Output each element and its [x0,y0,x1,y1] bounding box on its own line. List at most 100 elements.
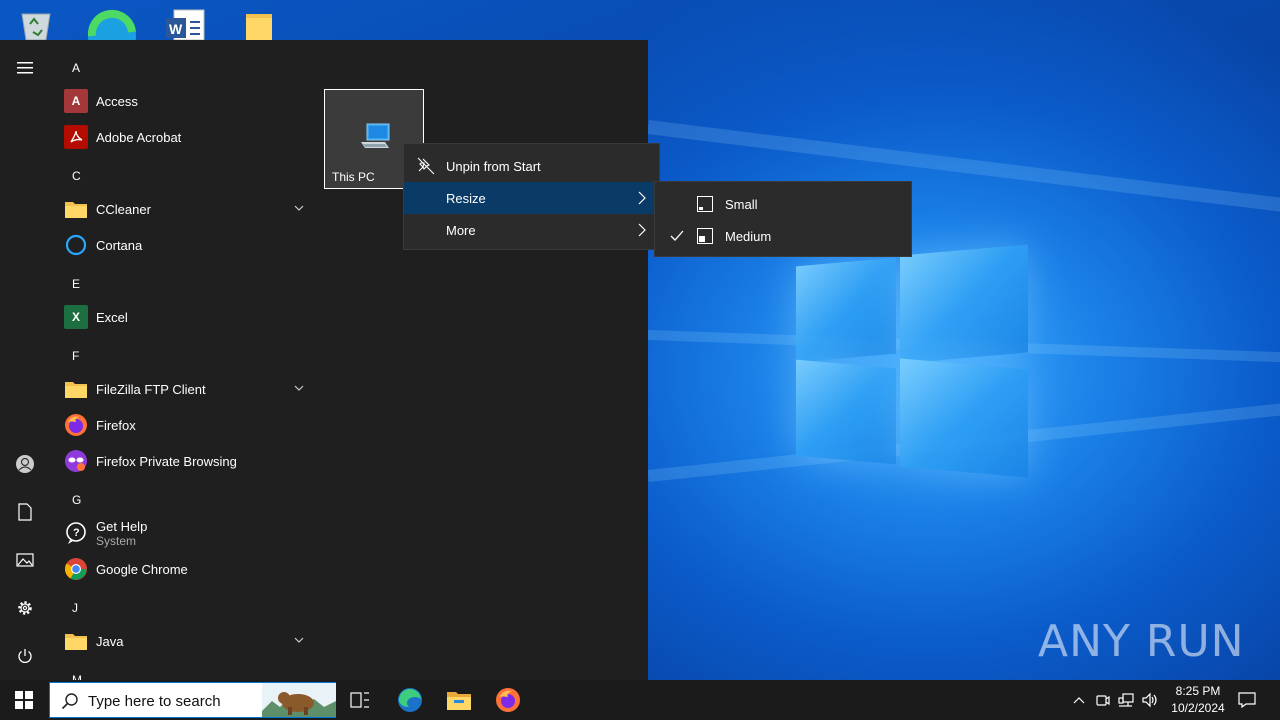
section-letter-e[interactable]: E [72,277,80,291]
app-label: Get Help [96,518,148,534]
chevron-down-icon[interactable] [294,383,304,393]
tile-context-menu: Unpin from Start Resize More [403,143,660,250]
chevron-down-icon[interactable] [294,635,304,645]
section-letter-f[interactable]: F [72,349,79,363]
pictures-button[interactable] [0,540,50,580]
app-item-access[interactable]: A Access [60,83,312,119]
app-item-excel[interactable]: X Excel [60,299,312,335]
clock-date: 10/2/2024 [1171,701,1225,715]
chevron-up-icon [1073,697,1085,704]
logo-pane [796,359,896,465]
search-placeholder: Type here to search [88,693,221,710]
taskbar-edge-button[interactable] [386,680,434,720]
menu-item-label: More [446,222,476,238]
svg-text:?: ? [73,527,80,539]
app-sublabel: System [96,533,137,548]
app-item-get-help[interactable]: ? Get Help System [60,515,312,551]
app-label: Google Chrome [96,561,188,577]
notification-icon [1238,692,1256,708]
unpin-icon [417,157,435,175]
app-item-adobe-acrobat[interactable]: Adobe Acrobat [60,119,312,155]
firefox-icon [64,413,88,437]
settings-button[interactable] [0,588,50,628]
svg-text:W: W [169,21,183,37]
checkmark-icon [670,230,684,241]
app-item-cortana[interactable]: Cortana [60,227,312,263]
start-button[interactable] [0,680,48,720]
folder-icon [64,197,88,221]
app-item-firefox[interactable]: Firefox [60,407,312,443]
app-item-google-chrome[interactable]: Google Chrome [60,551,312,587]
recycle-bin-icon[interactable] [14,6,66,41]
menu-item-more[interactable]: More [404,214,659,246]
clock-time: 8:25 PM [1175,684,1221,698]
app-label: Excel [96,309,128,325]
gear-icon [18,601,32,615]
taskbar-file-explorer-button[interactable] [435,680,483,720]
hamburger-menu-button[interactable] [0,48,50,88]
get-help-icon: ? [64,521,88,545]
action-center-button[interactable] [1237,690,1257,710]
show-hidden-icons-button[interactable] [1069,690,1089,710]
folder-icon [64,629,88,653]
section-letter-j[interactable]: J [72,601,78,615]
meet-now-button[interactable] [1093,690,1113,710]
search-icon [61,693,78,710]
menu-item-small[interactable]: Small [655,188,911,220]
app-label: Firefox [96,417,136,433]
meet-now-icon [1096,695,1110,706]
app-item-java[interactable]: Java [60,623,312,659]
menu-item-medium[interactable]: Medium [655,220,911,252]
volume-button[interactable] [1140,690,1160,710]
app-label: Firefox Private Browsing [96,453,237,469]
app-label: Cortana [96,237,143,253]
app-item-firefox-private[interactable]: Firefox Private Browsing [60,443,312,479]
start-menu: A A Access Adobe Acrobat C CCleaner Cort… [0,40,648,680]
section-letter-c[interactable]: C [72,169,81,183]
windows-logo-wallpaper [796,242,1028,480]
folder-icon[interactable] [240,6,292,40]
app-label: Java [96,633,124,649]
windows-icon [15,691,33,709]
chevron-down-icon[interactable] [294,203,304,213]
document-icon [18,503,32,521]
app-item-filezilla[interactable]: FileZilla FTP Client [60,371,312,407]
chrome-icon [64,557,88,581]
documents-button[interactable] [0,492,50,532]
search-highlight-bear-icon [262,683,336,717]
edge-icon [398,688,422,712]
section-letter-g[interactable]: G [72,493,81,507]
app-item-ccleaner[interactable]: CCleaner [60,191,312,227]
chevron-right-icon [638,191,646,205]
power-button[interactable] [0,636,50,676]
pictures-icon [16,553,34,567]
excel-icon: X [64,305,88,329]
watermark-text: ANY RUN [1038,615,1245,667]
section-letter-a[interactable]: A [72,61,80,75]
taskbar-search-box[interactable]: Type here to search [49,682,336,718]
menu-item-resize[interactable]: Resize [404,182,659,214]
taskbar-firefox-button[interactable] [484,680,532,720]
edge-icon[interactable] [86,6,138,60]
network-button[interactable] [1116,690,1136,710]
this-pc-icon [361,123,390,148]
menu-item-unpin[interactable]: Unpin from Start [404,150,659,182]
task-view-button[interactable] [336,680,384,720]
firefox-private-icon [64,449,88,473]
menu-item-label: Unpin from Start [446,158,541,174]
access-icon: A [64,89,88,113]
volume-icon [1142,692,1157,708]
word-document-icon[interactable]: W [164,6,216,41]
section-letter-m[interactable]: M [72,673,82,680]
user-account-button[interactable] [0,444,50,484]
taskbar-clock[interactable]: 8:25 PM 10/2/2024 [1160,683,1236,717]
menu-item-label: Small [725,196,758,212]
app-label: Adobe Acrobat [96,129,182,145]
network-icon [1118,693,1134,707]
resize-submenu: Small Medium [654,181,912,257]
logo-pane [796,257,896,363]
menu-item-label: Resize [446,190,486,206]
file-explorer-icon [447,692,471,710]
app-label: FileZilla FTP Client [96,381,206,397]
power-icon [18,649,32,663]
